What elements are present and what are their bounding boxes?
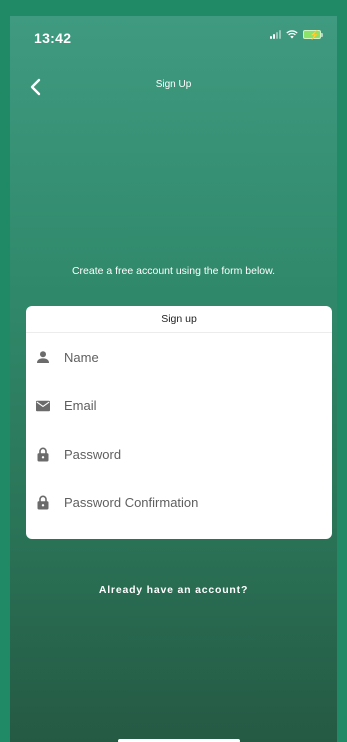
name-input[interactable]	[64, 341, 322, 374]
battery-icon: ⚡	[303, 30, 323, 40]
password-input[interactable]	[64, 438, 322, 471]
charging-bolt-icon: ⚡	[309, 30, 321, 40]
password-field[interactable]	[26, 430, 332, 479]
app-screen: 13:42 ⚡ Sign Up Create a free account us…	[0, 0, 347, 742]
nav-bar: Sign Up	[10, 72, 337, 102]
name-field[interactable]	[26, 333, 332, 382]
password-confirmation-field[interactable]	[26, 479, 332, 528]
form-header: Sign up	[26, 306, 332, 333]
password-confirmation-input[interactable]	[64, 486, 322, 519]
status-icons: ⚡	[270, 30, 323, 40]
wifi-icon	[286, 30, 298, 39]
status-time: 13:42	[34, 30, 72, 46]
signal-icon	[270, 30, 281, 39]
signin-link[interactable]: Already have an account?	[10, 584, 337, 596]
lock-icon	[36, 495, 50, 510]
status-bar: 13:42 ⚡	[10, 16, 337, 56]
page-title: Sign Up	[155, 79, 192, 90]
envelope-icon	[36, 399, 50, 413]
lock-icon	[36, 447, 50, 462]
intro-text: Create a free account using the form bel…	[71, 265, 276, 277]
person-icon	[36, 350, 50, 364]
email-input[interactable]	[64, 389, 322, 422]
signup-form-card: Sign up	[26, 306, 332, 539]
email-field[interactable]	[26, 382, 332, 431]
